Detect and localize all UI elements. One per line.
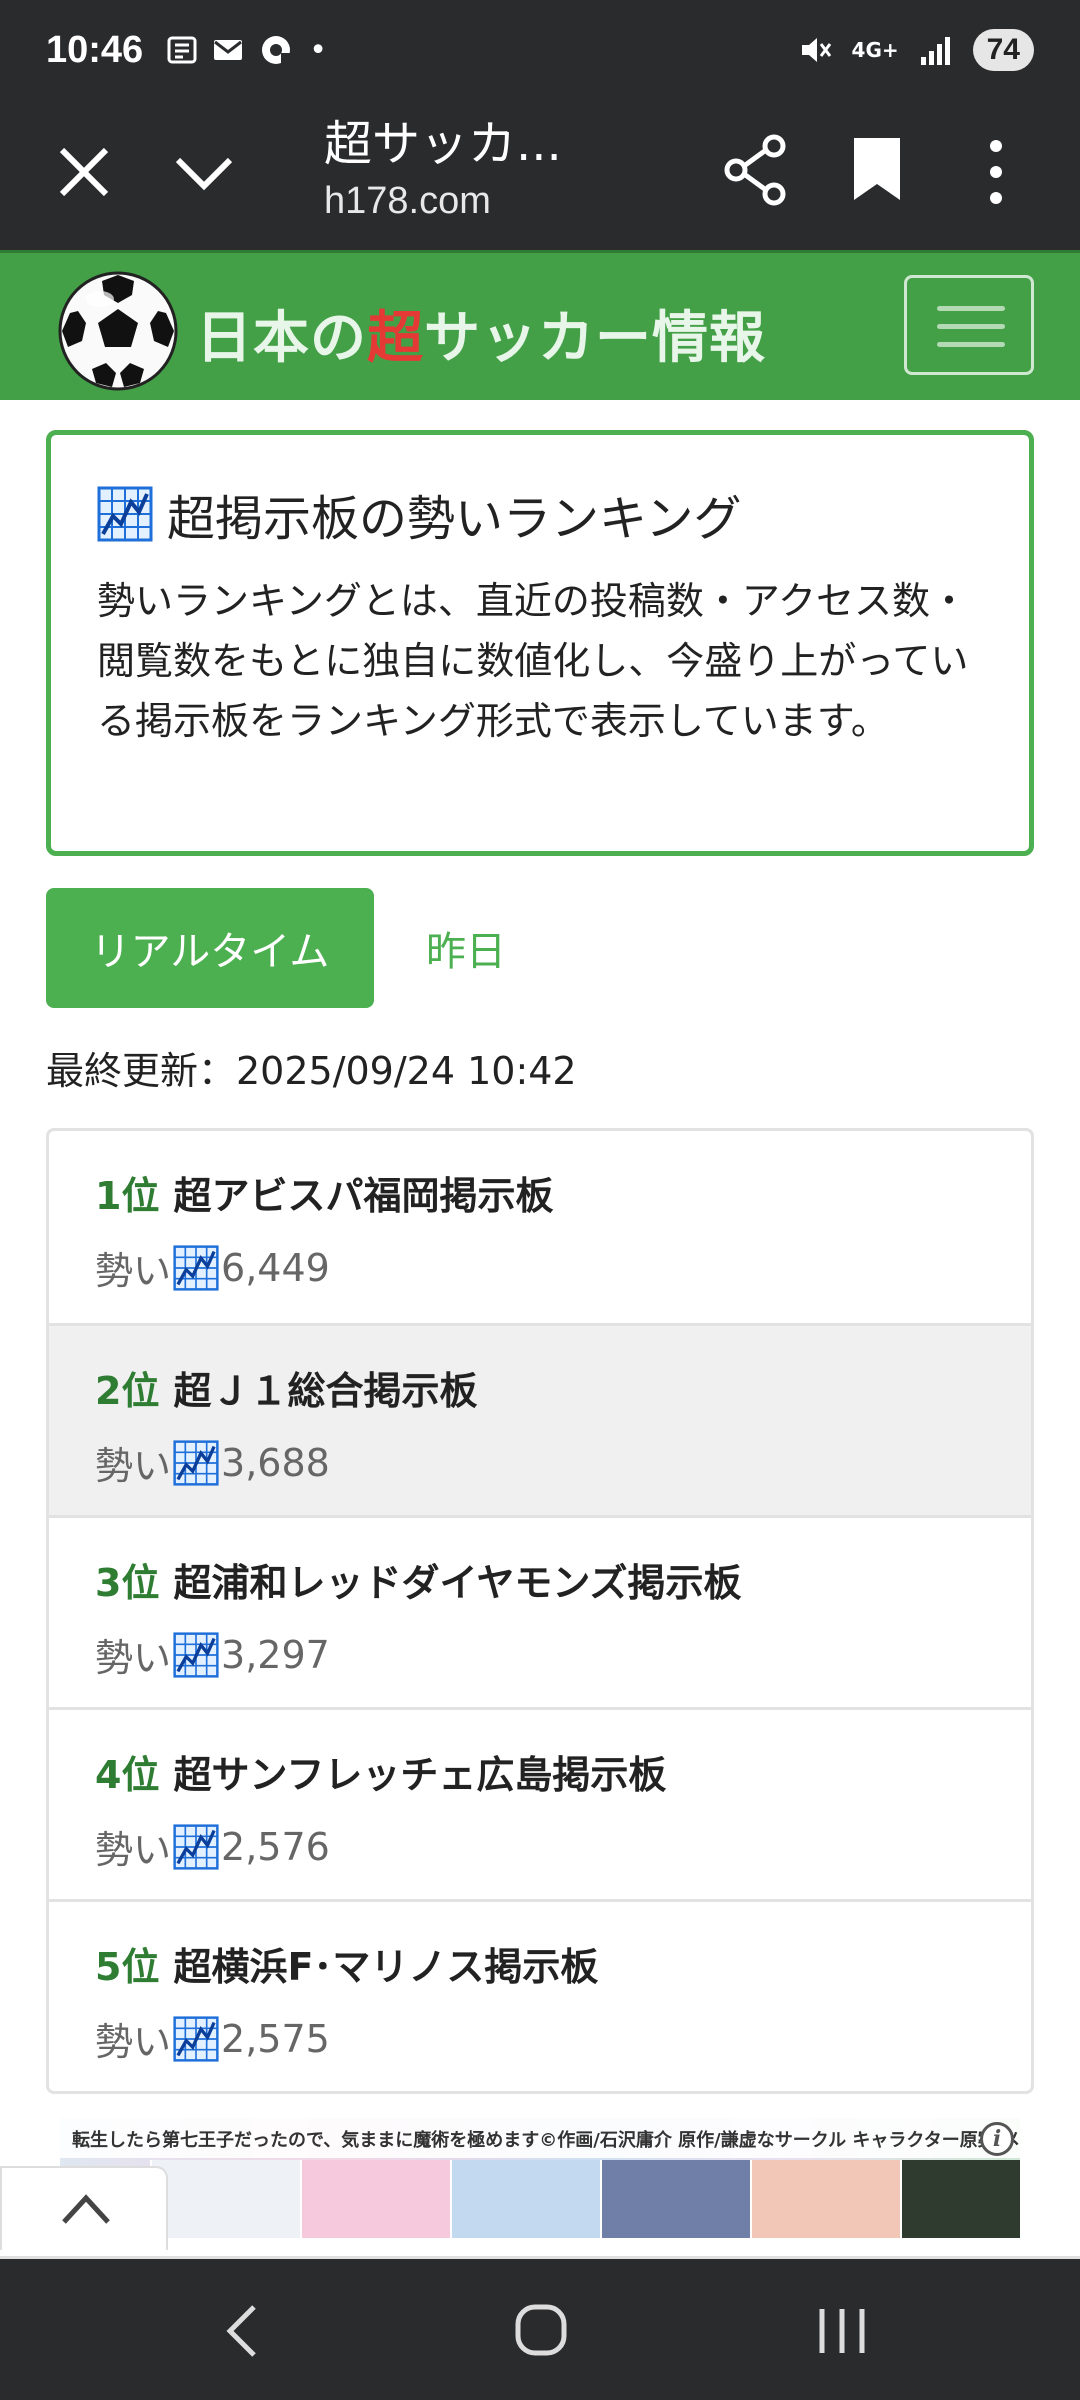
hotspot-icon [262,36,292,65]
rank-position: 4位 [95,1753,160,1797]
ranking-score: 勢い 3,297 [95,1627,985,1682]
score-label: 勢い [95,1249,172,1293]
site-title-part: 日本の [196,306,367,371]
chart-icon [173,1439,219,1486]
board-name: 超浦和レッドダイヤモンズ掲示板 [173,1561,742,1605]
ranking-title: 1位 超アビスパ福岡掲示板 [95,1165,985,1220]
status-bar: 10:46 • 4G+ 74 [0,0,1080,100]
score-value: 3,297 [221,1632,330,1677]
rank-position: 1位 [95,1174,160,1218]
intro-heading: 超掲示板の勢いランキング [97,479,983,549]
last-updated: 最終更新：2025/09/24 10:42 [46,1049,577,1093]
site-title[interactable]: 日本の超サッカー情報 [196,293,766,374]
hamburger-line [937,306,1005,311]
bookmark-icon[interactable] [852,136,902,202]
share-icon[interactable] [722,132,790,208]
ad-image-panel [750,2160,900,2238]
chevron-down-icon[interactable] [172,146,236,202]
menu-toggle-button[interactable] [904,275,1034,375]
score-label: 勢い [95,1444,172,1488]
ranking-item[interactable]: 4位 超サンフレッチェ広島掲示板 勢い 2,576 [49,1707,1031,1899]
ranking-item[interactable]: 1位 超アビスパ福岡掲示板 勢い 6,449 [49,1131,1031,1323]
ranking-item[interactable]: 3位 超浦和レッドダイヤモンズ掲示板 勢い 3,297 [49,1515,1031,1707]
site-header: 日本の超サッカー情報 [0,250,1080,400]
news-icon [167,36,197,64]
ranking-list: 1位 超アビスパ福岡掲示板 勢い 6,449 2位 超Ｊ１総合掲示板 勢い 3,68… [46,1128,1034,2094]
ranking-title: 4位 超サンフレッチェ広島掲示板 [95,1744,985,1799]
ad-image-panel [150,2160,300,2238]
chevron-up-icon [62,2194,110,2224]
chart-icon [173,1244,219,1291]
ranking-score: 勢い 2,576 [95,1819,985,1874]
ranking-score: 勢い 2,575 [95,2011,985,2066]
ranking-title: 3位 超浦和レッドダイヤモンズ掲示板 [95,1552,985,1607]
board-name: 超アビスパ福岡掲示板 [173,1174,554,1218]
intro-heading-text: 超掲示板の勢いランキング [167,491,742,547]
ad-image-panel [900,2160,1020,2238]
hamburger-line [937,324,1005,329]
dot-icon: • [309,32,327,68]
ad-image-panel [450,2160,600,2238]
system-nav-bar [0,2256,1080,2400]
intro-description: 勢いランキングとは、直近の投稿数・アクセス数・閲覧数をもとに独自に数値化し、今盛… [97,579,969,743]
back-icon[interactable] [220,2303,264,2359]
ad-info-icon[interactable]: i [980,2122,1014,2156]
rank-position: 5位 [95,1945,160,1989]
status-time: 10:46 [46,28,144,71]
score-label: 勢い [95,1636,172,1680]
board-name: 超横浜F･マリノス掲示板 [173,1945,599,1989]
ad-image-panel [300,2160,450,2238]
score-label: 勢い [95,2020,172,2064]
score-value: 2,576 [221,1824,330,1869]
page-title: 超サッカ... [324,116,562,172]
mute-icon [801,38,831,62]
board-name: 超サンフレッチェ広島掲示板 [173,1753,667,1797]
recents-icon[interactable] [816,2307,868,2355]
more-options-icon[interactable] [980,136,1012,208]
status-right: 4G+ 74 [798,29,1034,71]
battery-indicator: 74 [972,29,1034,71]
chart-icon [97,486,153,542]
chart-icon [173,1631,219,1678]
browser-toolbar: 超サッカ... h178.com [0,100,1080,250]
ad-image-panel [600,2160,750,2238]
tab-yesterday[interactable]: 昨日 [426,888,506,1008]
site-title-part-end: サッカー情報 [424,306,766,371]
page-domain: h178.com [324,180,491,222]
tab-realtime[interactable]: リアルタイム [46,888,374,1008]
chart-icon [173,2015,219,2062]
site-title-highlight: 超 [367,306,424,371]
network-type: 4G+ [851,38,899,62]
scroll-to-top-button[interactable] [0,2166,168,2250]
score-value: 6,449 [221,1245,330,1290]
score-value: 2,575 [221,2016,330,2061]
chart-icon [173,1823,219,1870]
rank-position: 3位 [95,1561,160,1605]
ranking-title: 5位 超横浜F･マリノス掲示板 [95,1936,985,1991]
ranking-score: 勢い 3,688 [95,1435,985,1490]
score-value: 3,688 [221,1440,330,1485]
ad-caption: 転生したら第七王子だったので、気ままに魔術を極めます©作画/石沢庸介 原作/謙虚… [60,2118,1020,2158]
home-icon[interactable] [514,2303,568,2357]
ad-banner[interactable]: 転生したら第七王子だったので、気ままに魔術を極めます©作画/石沢庸介 原作/謙虚… [60,2118,1020,2238]
ranking-item[interactable]: 5位 超横浜F･マリノス掲示板 勢い 2,575 [49,1899,1031,2091]
signal-icon [920,37,950,65]
hamburger-line [937,342,1005,347]
score-label: 勢い [95,1828,172,1872]
ranking-score: 勢い 6,449 [95,1240,985,1295]
close-icon[interactable] [52,140,116,204]
ranking-intro-card: 超掲示板の勢いランキング 勢いランキングとは、直近の投稿数・アクセス数・閲覧数を… [46,430,1034,856]
board-name: 超Ｊ１総合掲示板 [173,1369,478,1413]
rank-position: 2位 [95,1369,160,1413]
notification-icons: • [167,33,327,68]
mail-icon [214,40,243,60]
ranking-title: 2位 超Ｊ１総合掲示板 [95,1360,985,1415]
ranking-item[interactable]: 2位 超Ｊ１総合掲示板 勢い 3,688 [49,1323,1031,1515]
soccer-ball-logo[interactable] [56,269,180,393]
